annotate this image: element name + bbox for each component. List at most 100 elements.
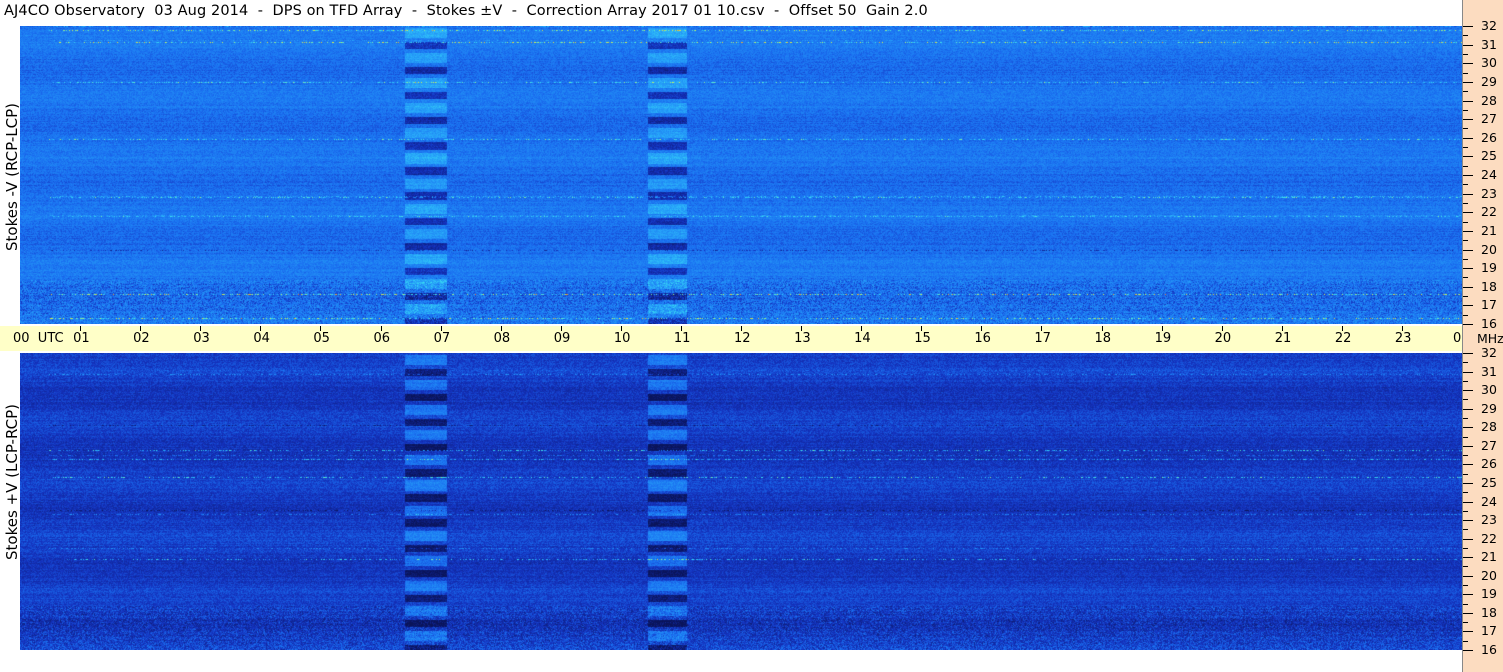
mhz-tick <box>1463 119 1473 121</box>
mhz-label-bottom-19: 19 <box>1481 586 1497 602</box>
mhz-minor-tick <box>1463 277 1468 279</box>
utc-tick <box>741 326 742 331</box>
mhz-label-top-30: 30 <box>1481 55 1497 71</box>
utc-tick <box>320 326 322 331</box>
mhz-minor-tick <box>1463 362 1468 364</box>
mhz-label-bottom-18: 18 <box>1481 604 1497 620</box>
mhz-minor-tick <box>1463 35 1468 37</box>
utc-tick <box>1041 326 1043 331</box>
top-spectrogram-panel <box>20 26 1462 324</box>
utc-label-06: 06 <box>373 331 391 346</box>
mhz-tick <box>1463 557 1473 559</box>
top-panel-ylabel: Stokes -V (RCP-LCP) <box>3 103 21 251</box>
utc-label-14: 14 <box>854 331 871 346</box>
utc-time-axis: 00 UTC 01 02 03 04 05 06 07 08 09 10 11 12 13 14 15 16 17… <box>0 326 1470 351</box>
mhz-tick <box>1463 427 1473 429</box>
mhz-tick <box>1463 408 1473 410</box>
mhz-minor-tick <box>1463 455 1468 457</box>
mhz-label-bottom-20: 20 <box>1481 567 1497 583</box>
bottom-spectrogram <box>20 353 1462 650</box>
mhz-minor-tick <box>1463 165 1468 167</box>
mhz-minor-tick <box>1463 585 1468 587</box>
utc-label-02: 02 <box>133 331 150 346</box>
utc-label-13: 13 <box>794 331 811 346</box>
mhz-label-top-17: 17 <box>1481 297 1497 313</box>
bottom-panel-ylabel: Stokes +V (LCP-RCP) <box>3 404 21 560</box>
mhz-label-top-29: 29 <box>1481 73 1497 89</box>
mhz-tick <box>1463 501 1473 503</box>
mhz-tick <box>1463 286 1473 288</box>
mhz-minor-tick <box>1463 640 1468 642</box>
mhz-label-bottom-21: 21 <box>1481 549 1497 565</box>
mhz-label-top-24: 24 <box>1481 167 1497 182</box>
utc-tick <box>80 326 82 331</box>
utc-tick <box>440 326 442 331</box>
mhz-label-bottom-25: 25 <box>1481 474 1497 490</box>
mhz-tick <box>1463 612 1473 614</box>
mhz-minor-tick <box>1463 510 1468 512</box>
utc-label-21: 21 <box>1274 331 1292 346</box>
mhz-label-bottom-17: 17 <box>1481 623 1497 639</box>
mhz-tick <box>1463 371 1473 373</box>
utc-label-23: 23 <box>1394 331 1412 346</box>
mhz-minor-tick <box>1463 622 1468 624</box>
utc-tick <box>921 326 923 331</box>
chart-title: AJ4CO Observatory 03 Aug 2014 - DPS on T… <box>4 3 928 19</box>
mhz-tick <box>1463 137 1473 139</box>
mhz-minor-tick <box>1463 72 1468 74</box>
mhz-label-bottom-22: 22 <box>1481 530 1497 546</box>
mhz-tick <box>1463 156 1473 158</box>
mhz-tick <box>1463 520 1473 522</box>
mhz-label-top-16: 16 <box>1481 316 1497 331</box>
mhz-label-bottom-16: 16 <box>1481 642 1497 657</box>
mhz-label-top-25: 25 <box>1481 148 1497 164</box>
mhz-tick <box>1463 538 1473 540</box>
mhz-minor-tick <box>1463 147 1468 149</box>
mhz-tick <box>1463 249 1473 251</box>
utc-label-01: 01 <box>73 331 90 346</box>
utc-tick <box>560 326 562 331</box>
mhz-tick <box>1463 100 1473 102</box>
utc-label-15: 15 <box>914 331 931 346</box>
mhz-label-bottom-30: 30 <box>1481 382 1497 398</box>
utc-tick <box>380 326 382 331</box>
mhz-minor-tick <box>1463 202 1468 204</box>
mhz-tick <box>1463 631 1473 633</box>
utc-tick <box>680 326 682 331</box>
utc-label-05: 05 <box>313 331 330 346</box>
mhz-label-top-27: 27 <box>1481 111 1497 127</box>
mhz-minor-tick <box>1463 258 1468 260</box>
mhz-minor-tick <box>1463 314 1468 316</box>
mhz-label-top-21: 21 <box>1481 222 1497 238</box>
utc-tick <box>140 326 142 331</box>
utc-label-20: 20 <box>1214 331 1232 346</box>
mhz-minor-tick <box>1463 603 1468 605</box>
mhz-label-bottom-23: 23 <box>1481 512 1497 528</box>
mhz-tick <box>1463 390 1473 392</box>
mhz-label-top-22: 22 <box>1481 204 1497 220</box>
mhz-label-top-23: 23 <box>1481 185 1497 201</box>
mhz-tick <box>1463 445 1473 447</box>
mhz-tick <box>1463 324 1473 325</box>
utc-label-18: 18 <box>1094 331 1112 346</box>
mhz-tick <box>1463 594 1473 596</box>
utc-label-00: 00 UTC <box>13 331 64 346</box>
utc-tick <box>861 326 863 331</box>
mhz-minor-tick <box>1463 529 1468 531</box>
utc-tick <box>981 326 983 331</box>
utc-tick <box>1401 326 1403 331</box>
bottom-spectrogram-panel <box>20 353 1462 650</box>
mhz-tick <box>1463 212 1473 214</box>
utc-tick <box>1221 326 1223 331</box>
utc-tick <box>200 326 202 331</box>
mhz-tick <box>1463 175 1473 176</box>
mhz-minor-tick <box>1463 417 1468 419</box>
mhz-tick <box>1463 305 1473 307</box>
utc-tick <box>1281 326 1283 331</box>
mhz-label-bottom-26: 26 <box>1481 456 1497 472</box>
mhz-tick <box>1463 230 1473 232</box>
mhz-label-top-31: 31 <box>1481 36 1497 52</box>
mhz-label-top-32: 32 <box>1481 18 1497 33</box>
utc-label-09: 09 <box>553 331 571 346</box>
mhz-label-top-20: 20 <box>1481 241 1497 257</box>
